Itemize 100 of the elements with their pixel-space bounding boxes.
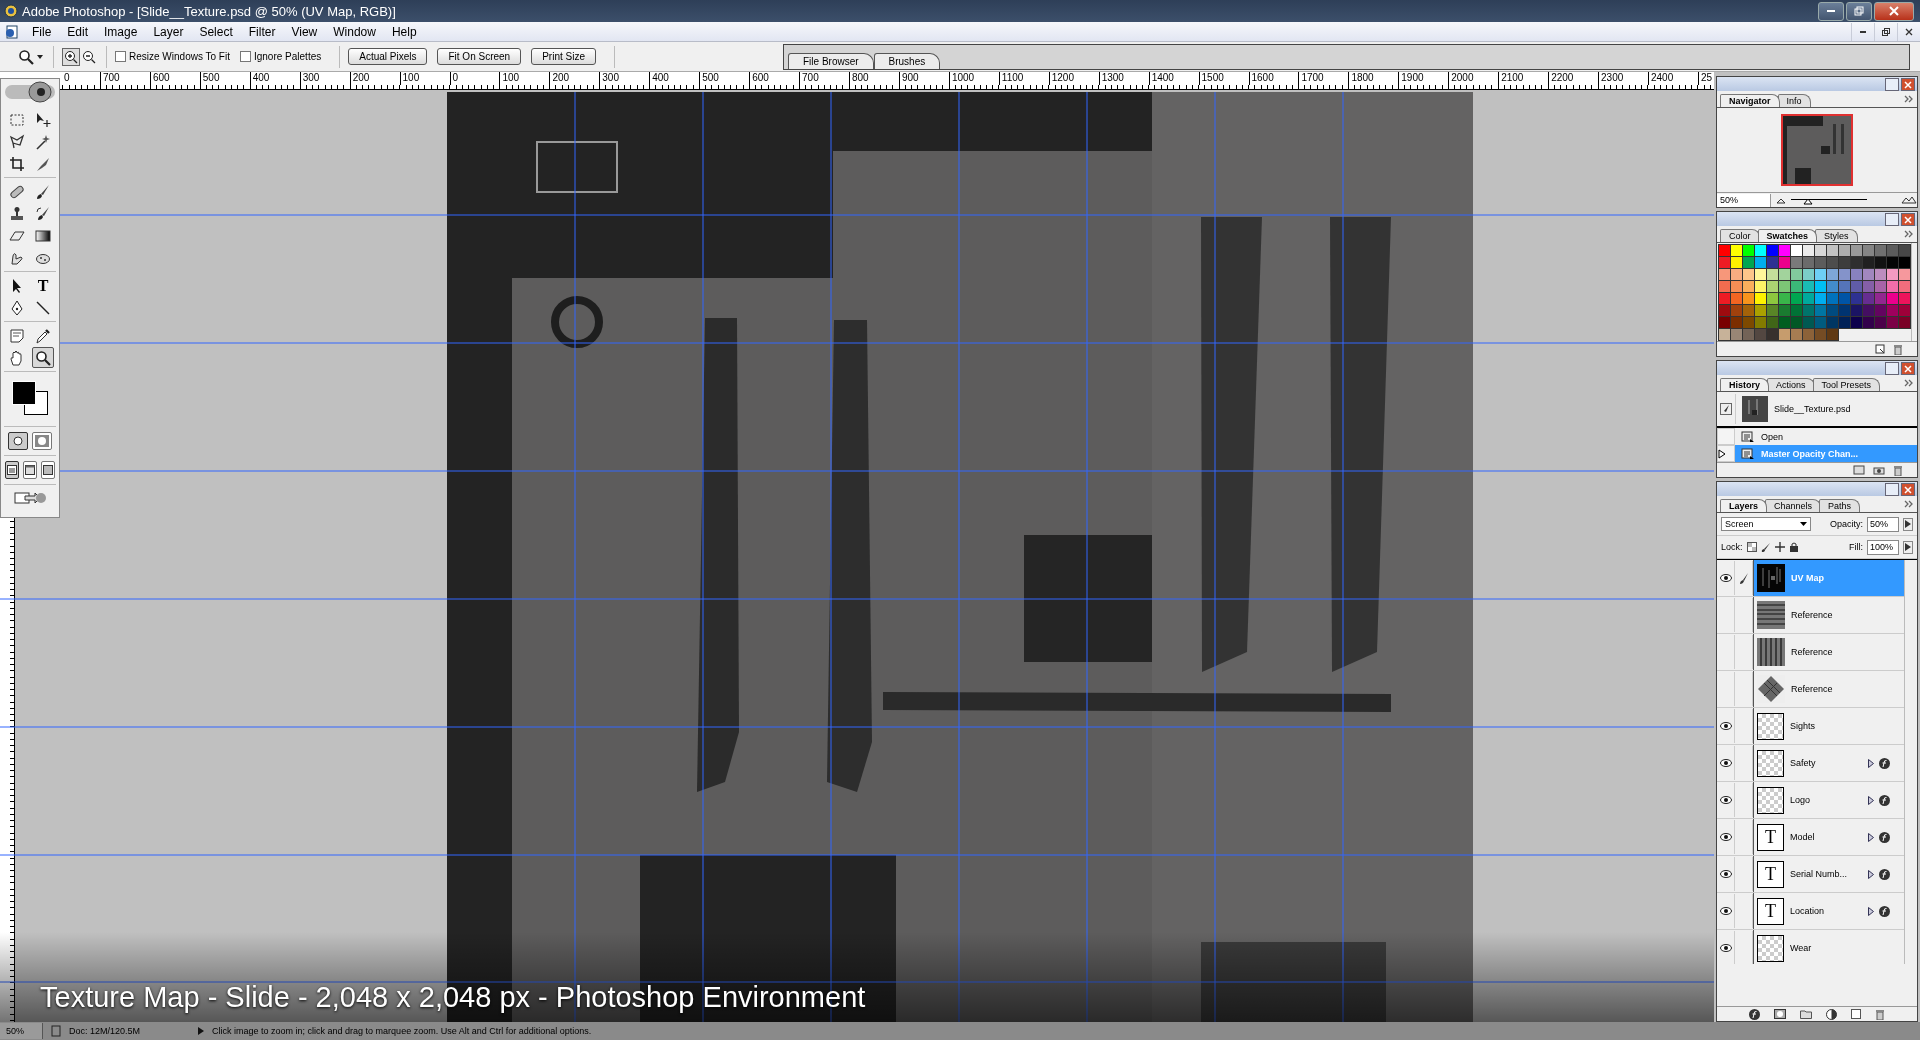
layer-row[interactable]: T Model (1753, 819, 1904, 855)
ruler-label: 1600 (1248, 72, 1299, 85)
panel-tab[interactable]: Layers (1720, 499, 1768, 512)
ruler-label: 1000 (948, 72, 999, 85)
layer-row[interactable]: Wear (1753, 930, 1904, 964)
panel-tab[interactable]: Channels (1765, 499, 1822, 512)
opacity-field[interactable]: 50% (1867, 516, 1899, 532)
ruler-label: 2100 (1498, 72, 1549, 85)
ruler-label: 1900 (1398, 72, 1449, 85)
menu-item[interactable]: Image (96, 24, 146, 39)
layer-name: Safety (1790, 758, 1817, 768)
ruler-label: 0 (449, 72, 500, 85)
layer-row[interactable]: Safety (1753, 745, 1904, 781)
caption: Texture Map - Slide - 2,048 x 2,048 px - Photoshop Environment (40, 981, 866, 1014)
layer-name: Serial Numb... (1790, 869, 1849, 879)
ruler-label: 300 (599, 72, 650, 85)
ruler-label: 2000 (1448, 72, 1499, 85)
history-step-label: Master Opacity Chan... (1761, 448, 1859, 459)
layer-row[interactable]: Logo (1753, 782, 1904, 818)
blend-mode-dropdown[interactable]: Screen (1721, 517, 1811, 531)
menu-item[interactable]: Layer (145, 24, 192, 39)
layer-row[interactable]: T Location (1753, 893, 1904, 929)
menu-item[interactable]: View (283, 24, 326, 39)
layer-name: Logo (1790, 795, 1812, 805)
panel-tab[interactable]: Actions (1767, 378, 1815, 391)
ruler-label: 2400 (1648, 72, 1698, 85)
window-title: Adobe Photoshop - [Slide__Texture.psd @ 50% (UV Map, RGB)] (22, 3, 397, 19)
ruler-label: 100 (499, 72, 550, 85)
option-button[interactable]: Print Size (531, 48, 596, 65)
ruler-label: 1700 (1298, 72, 1349, 85)
ruler-label: 400 (249, 72, 300, 85)
layer-name: Reference (1791, 684, 1834, 694)
layer-row[interactable]: Sights (1753, 708, 1904, 744)
ruler-label: 700 (799, 72, 849, 85)
menu-item[interactable]: Help (383, 24, 425, 39)
opacity-label: Opacity: (1830, 519, 1863, 529)
panel-tab[interactable]: Color (1720, 229, 1760, 242)
ruler-label: 1400 (1148, 72, 1199, 85)
layer-name: Reference (1791, 610, 1834, 620)
layer-name: Wear (1790, 943, 1813, 953)
fill-label: Fill: (1849, 542, 1863, 552)
ruler-label: 200 (349, 72, 400, 85)
ruler-label: 100 (399, 72, 450, 85)
layer-row[interactable]: Reference (1753, 597, 1904, 633)
ruler-label: 500 (699, 72, 750, 85)
ruler-label: 500 (199, 72, 250, 85)
ruler-label: 700 (99, 72, 150, 85)
layer-row[interactable]: Reference (1753, 634, 1904, 670)
status-hint: Click image to zoom in; click and drag to marquee zoom. Use Alt and Ctrl for additional options. (212, 1026, 592, 1036)
ruler-label: 800 (849, 72, 899, 85)
menu-item[interactable]: Select (191, 24, 241, 39)
panel-tab[interactable]: Navigator (1720, 94, 1780, 107)
layer-name: Sights (1790, 721, 1816, 731)
ruler-label: 1500 (1198, 72, 1249, 85)
menu-item[interactable]: Window (325, 24, 384, 39)
ruler-label: 600 (749, 72, 800, 85)
menu-item[interactable]: Edit (59, 24, 97, 39)
panel-tab[interactable]: Info (1777, 94, 1811, 107)
layer-name: UV Map (1791, 573, 1825, 583)
panel-tab[interactable]: Styles (1815, 229, 1858, 242)
zoom-field[interactable]: 50% (0, 1023, 43, 1039)
ruler-label: 0 (63, 72, 71, 85)
ruler-label: 900 (898, 72, 949, 85)
text-layer-thumbnail: T (1757, 823, 1784, 851)
text-layer-thumbnail: T (1757, 860, 1784, 888)
zoom-field[interactable]: 50% (1717, 193, 1771, 207)
history-step-label: Open (1761, 431, 1784, 442)
fill-field[interactable]: 100% (1867, 539, 1899, 555)
ruler-label: 1800 (1348, 72, 1399, 85)
layer-name: Model (1790, 832, 1816, 842)
menu-item[interactable]: Filter (240, 24, 284, 39)
history-step[interactable]: Open (1717, 428, 1917, 445)
snapshot-name[interactable]: Slide__Texture.psd (1774, 404, 1851, 414)
palette-tab[interactable]: Brushes (873, 52, 941, 69)
option-button[interactable]: Fit On Screen (437, 48, 522, 65)
panel-tab[interactable]: Paths (1819, 499, 1861, 512)
ruler-label: 200 (549, 72, 600, 85)
ruler-label: 1200 (1048, 72, 1099, 85)
ruler-label: 1100 (998, 72, 1049, 85)
panel-tab[interactable]: Swatches (1757, 229, 1818, 242)
ruler-label: 2200 (1548, 72, 1599, 85)
layer-row[interactable]: Reference (1753, 671, 1904, 707)
menu-item[interactable]: File (24, 24, 60, 39)
layer-name: Location (1790, 906, 1826, 916)
ruler-label: 400 (649, 72, 700, 85)
ruler-label: 1300 (1098, 72, 1149, 85)
tool-button[interactable]: T (32, 275, 54, 296)
ruler-label: 600 (149, 72, 200, 85)
ruler-label: 300 (299, 72, 350, 85)
ruler-label: 2300 (1598, 72, 1648, 85)
lock-label: Lock: (1721, 542, 1743, 552)
layer-row[interactable]: T Serial Numb... (1753, 856, 1904, 892)
checkbox-label: Ignore Palettes (253, 51, 322, 62)
document-size: Doc: 12M/120.5M (69, 1026, 141, 1036)
checkbox-label: Resize Windows To Fit (129, 51, 230, 62)
option-button[interactable]: Actual Pixels (348, 48, 428, 65)
panel-tab[interactable]: Tool Presets (1812, 378, 1881, 391)
panel-tab[interactable]: History (1720, 378, 1769, 391)
palette-tab[interactable]: File Browser (788, 52, 874, 69)
text-layer-thumbnail: T (1757, 897, 1784, 925)
